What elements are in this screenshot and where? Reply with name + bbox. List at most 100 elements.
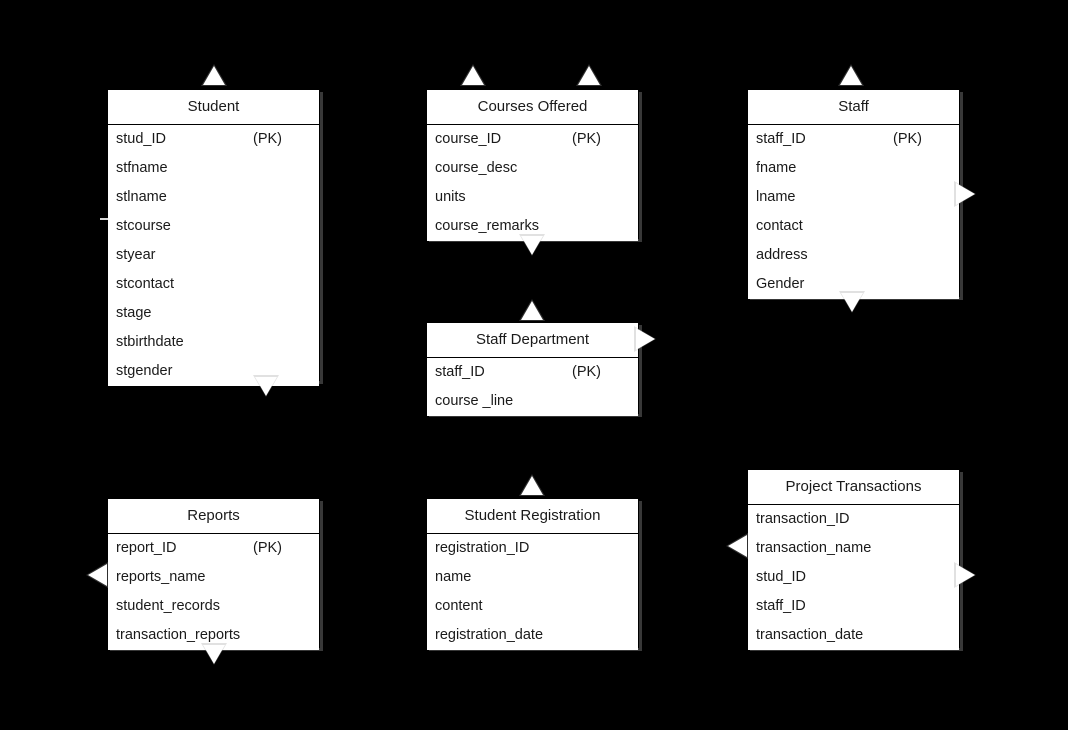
connector-reports-bottom-down-arrow-icon[interactable] (203, 645, 225, 664)
connector-staff-department-top-up-arrow-icon[interactable] (521, 301, 543, 320)
attribute-name: transaction_name (756, 540, 872, 556)
attribute-row: stud_ID (748, 563, 959, 592)
entity-student[interactable]: Student stud_ID (PK) stfname stlname stcourse… (107, 89, 320, 386)
entity-attributes-staff: staff_ID (PK) fname lname contact address Gend… (748, 125, 959, 299)
connector-student-bottom-down-arrow-icon[interactable] (255, 377, 277, 396)
attribute-row: name (427, 563, 638, 592)
entity-staff[interactable]: Staff staff_ID (PK) fname lname contact addres… (747, 89, 960, 299)
entity-attributes-staff_department: staff_ID (PK) course _line (427, 358, 638, 416)
attribute-name: contact (756, 218, 803, 234)
attribute-name: staff_ID (756, 598, 806, 614)
attribute-name: content (435, 598, 483, 614)
primary-key-badge: (PK) (572, 131, 601, 147)
attribute-name: Gender (756, 276, 805, 292)
connector-staff-department-right-right-arrow-icon[interactable] (636, 328, 655, 350)
attribute-name: stcontact (116, 276, 175, 292)
attribute-row: units (427, 183, 638, 212)
connector-reports-left-left-arrow-icon[interactable] (88, 564, 107, 586)
connector-registration-top-up-arrow-icon[interactable] (521, 476, 543, 495)
attribute-row: staff_ID (PK) (748, 125, 959, 154)
entity-reports[interactable]: Reports report_ID (PK) reports_name student_… (107, 498, 320, 650)
attribute-row: staff_ID (PK) (427, 358, 638, 387)
entity-staff_department[interactable]: Staff Department staff_ID (PK) course _line (426, 322, 639, 416)
primary-key-badge: (PK) (572, 364, 601, 380)
connector-transactions-left-left-arrow-icon[interactable] (728, 535, 747, 557)
attribute-name: stud_ID (756, 569, 806, 585)
attribute-name: stcourse (116, 218, 171, 234)
attribute-name: staff_ID (756, 131, 806, 147)
connector-courses-top-left-up-arrow-icon[interactable] (462, 66, 484, 85)
attribute-name: reports_name (116, 569, 206, 585)
attribute-name: stgender (116, 363, 173, 379)
attribute-row: transaction_date (748, 621, 959, 650)
attribute-name: fname (756, 160, 797, 176)
attribute-row: contact (748, 212, 959, 241)
attribute-row: student_records (108, 592, 319, 621)
attribute-row: staff_ID (748, 592, 959, 621)
attribute-row: lname (748, 183, 959, 212)
entity-title-reports: Reports (108, 499, 319, 534)
primary-key-badge: (PK) (253, 540, 282, 556)
attribute-name: stfname (116, 160, 168, 176)
attribute-row: address (748, 241, 959, 270)
attribute-name: units (435, 189, 466, 205)
attribute-row: reports_name (108, 563, 319, 592)
connector-staff-right-right-arrow-icon[interactable] (956, 183, 975, 205)
attribute-name: registration_ID (435, 540, 530, 556)
attribute-name: registration_date (435, 627, 544, 643)
attribute-row: stage (108, 299, 319, 328)
attribute-row: stbirthdate (108, 328, 319, 357)
attribute-name: transaction_date (756, 627, 864, 643)
entity-title-student_registration: Student Registration (427, 499, 638, 534)
attribute-row: transaction_ID (748, 505, 959, 534)
connector-courses-top-right-up-arrow-icon[interactable] (578, 66, 600, 85)
connector-student-top-up-arrow-icon[interactable] (203, 66, 225, 85)
entity-title-student: Student (108, 90, 319, 125)
attribute-name: report_ID (116, 540, 177, 556)
entity-attributes-student: stud_ID (PK) stfname stlname stcourse styear s… (108, 125, 319, 386)
attribute-name: course_desc (435, 160, 518, 176)
attribute-name: course_ID (435, 131, 502, 147)
entity-title-project_transactions: Project Transactions (748, 470, 959, 505)
attribute-name: staff_ID (435, 364, 485, 380)
attribute-name: stlname (116, 189, 167, 205)
attribute-row: course _line (427, 387, 638, 416)
connector-transactions-right-right-arrow-icon[interactable] (956, 564, 975, 586)
entity-attributes-project_transactions: transaction_ID transaction_name stud_IDsta… (748, 505, 959, 650)
attribute-row: stgender (108, 357, 319, 386)
er-diagram-canvas: Student stud_ID (PK) stfname stlname stcourse… (0, 0, 1068, 730)
connector-courses-bottom-down-arrow-icon[interactable] (521, 236, 543, 255)
entity-title-staff_department: Staff Department (427, 323, 638, 358)
entity-attributes-reports: report_ID (PK) reports_name student_records… (108, 534, 319, 650)
attribute-row: content (427, 592, 638, 621)
attribute-name: stbirthdate (116, 334, 184, 350)
primary-key-badge: (PK) (893, 131, 922, 147)
attribute-row: report_ID (PK) (108, 534, 319, 563)
attribute-name: name (435, 569, 472, 585)
attribute-row: course_desc (427, 154, 638, 183)
connector-stub-student-left-stub (100, 218, 108, 220)
entity-courses_offered[interactable]: Courses Offered course_ID (PK) course_descu… (426, 89, 639, 241)
attribute-row: stcourse (108, 212, 319, 241)
attribute-row: registration_ID (427, 534, 638, 563)
attribute-row: stcontact (108, 270, 319, 299)
entity-project_transactions[interactable]: Project Transactions transaction_ID transa… (747, 469, 960, 650)
attribute-name: transaction_ID (756, 511, 850, 527)
entity-title-courses_offered: Courses Offered (427, 90, 638, 125)
attribute-name: address (756, 247, 808, 263)
attribute-row: course_ID (PK) (427, 125, 638, 154)
attribute-row: registration_date (427, 621, 638, 650)
attribute-name: stud_ID (116, 131, 166, 147)
entity-student_registration[interactable]: Student Registration registration_IDname c… (426, 498, 639, 650)
attribute-row: stud_ID (PK) (108, 125, 319, 154)
attribute-name: stage (116, 305, 152, 321)
attribute-name: student_records (116, 598, 220, 614)
attribute-row: fname (748, 154, 959, 183)
attribute-row: styear (108, 241, 319, 270)
entity-attributes-courses_offered: course_ID (PK) course_desc units course_rema… (427, 125, 638, 241)
connector-staff-bottom-down-arrow-icon[interactable] (841, 293, 863, 312)
entity-attributes-student_registration: registration_IDname content registration_d… (427, 534, 638, 650)
attribute-name: styear (116, 247, 156, 263)
attribute-name: lname (756, 189, 796, 205)
connector-staff-top-up-arrow-icon[interactable] (840, 66, 862, 85)
